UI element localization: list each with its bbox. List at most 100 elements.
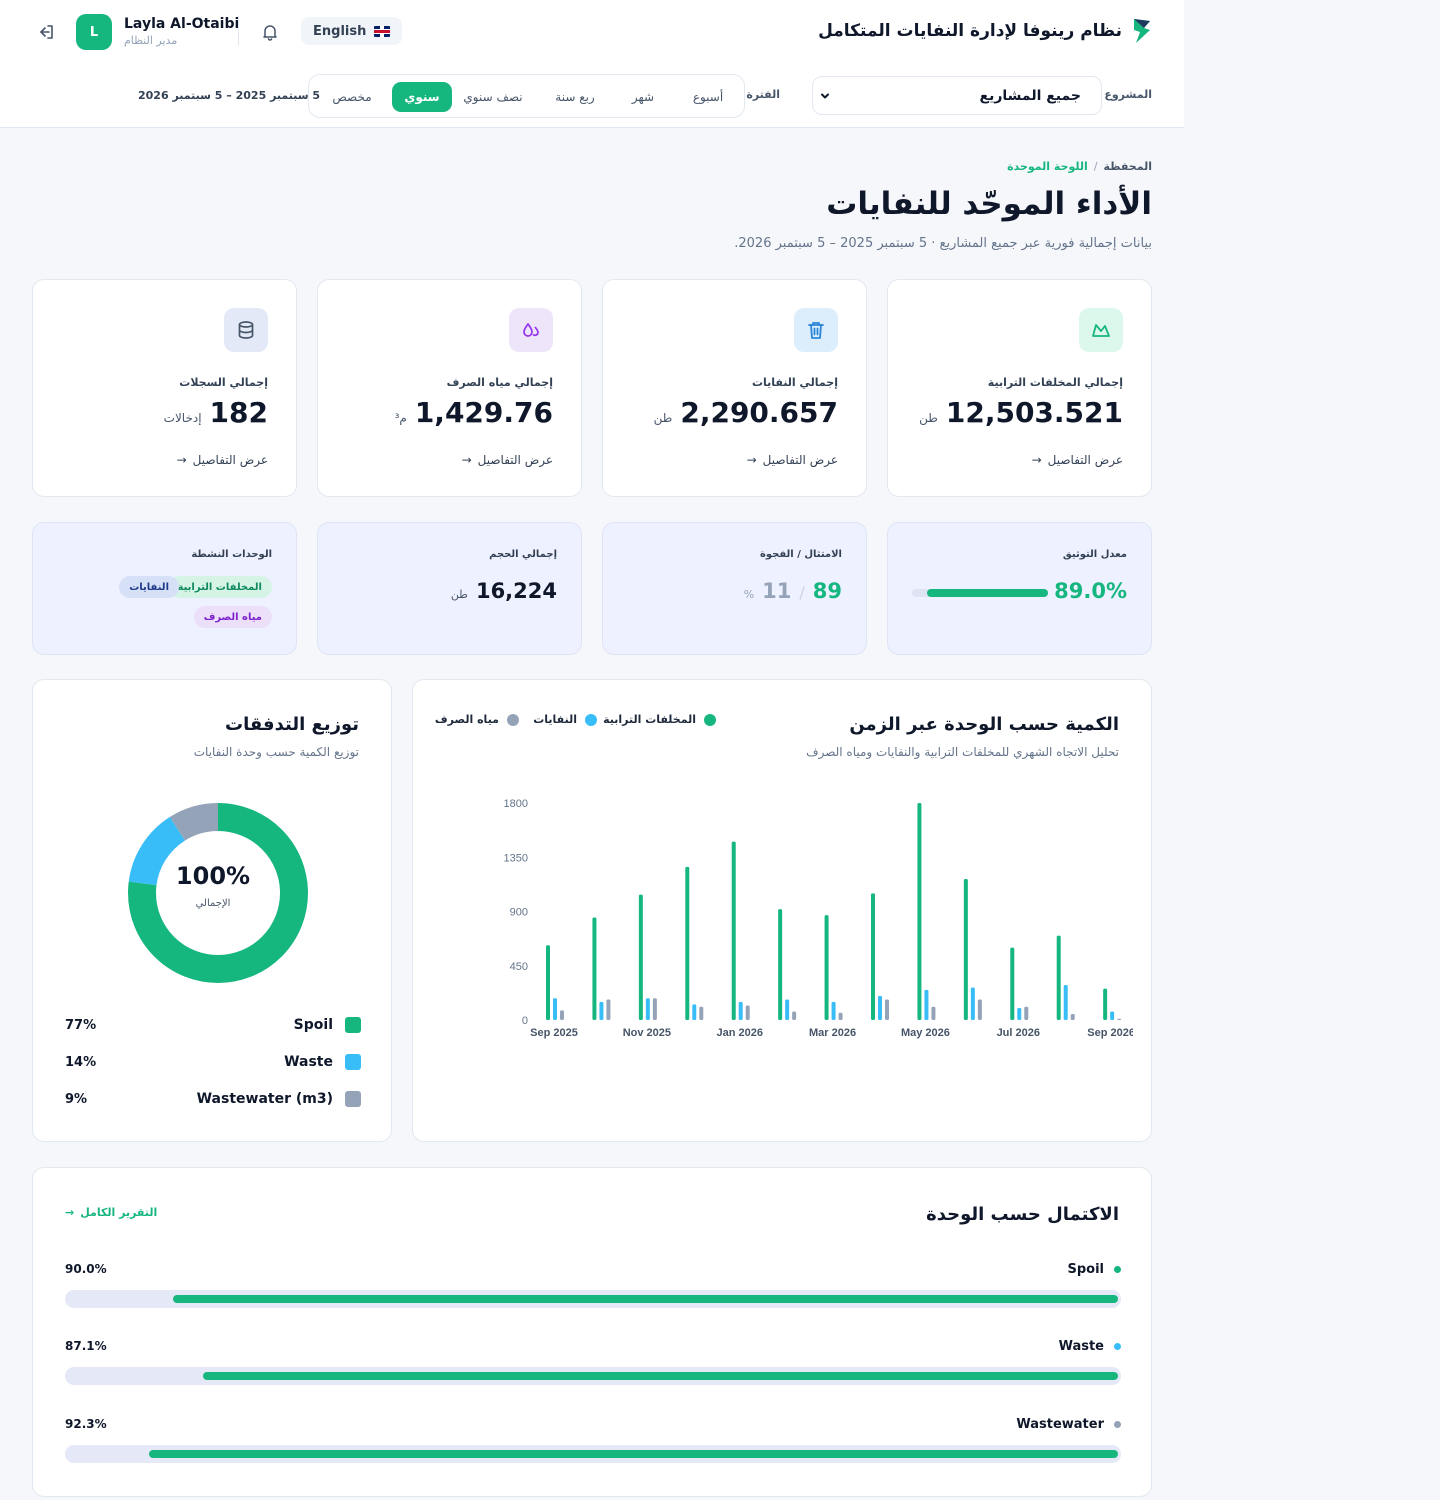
bar-spoil[interactable] — [963, 878, 968, 1020]
bar-wastewater[interactable] — [792, 1011, 797, 1020]
logout-icon[interactable] — [36, 22, 56, 42]
bar-spoil[interactable] — [546, 945, 550, 1020]
bar-waste[interactable] — [785, 999, 790, 1020]
stat-label: إجمالي المخلفات الترابية — [987, 376, 1123, 389]
bar-wastewater[interactable] — [1117, 1018, 1122, 1020]
stat-card-spoil: إجمالي المخلفات الترابية 12,503.521 طن ع… — [887, 279, 1152, 497]
bar-spoil[interactable] — [638, 894, 643, 1020]
bar-waste[interactable] — [599, 1001, 604, 1020]
bar-spoil[interactable] — [917, 803, 922, 1020]
gap-number: 11 — [762, 579, 792, 603]
bar-spoil[interactable] — [1056, 935, 1061, 1020]
stat-icon-box — [794, 308, 838, 352]
bar-wastewater[interactable] — [931, 1006, 936, 1020]
stat-icon-box — [224, 308, 268, 352]
completion-pct: 92.3% — [65, 1417, 107, 1431]
bar-wastewater[interactable] — [560, 1010, 564, 1020]
compliance-number: 89 — [812, 579, 842, 603]
bar-waste[interactable] — [1017, 1007, 1022, 1020]
bar-wastewater[interactable] — [977, 999, 982, 1020]
brand[interactable]: نظام رينوفا لإدارة النفايات المتكامل — [818, 16, 1154, 46]
x-tick-label: Sep 2026 — [1087, 1027, 1133, 1039]
view-details-link[interactable]: عرض التفاصيل → — [747, 453, 838, 467]
y-tick-label: 0 — [522, 1015, 528, 1027]
uk-flag-icon — [374, 25, 391, 37]
stat-value: 182 إدخالات — [164, 396, 268, 429]
view-details-link[interactable]: عرض التفاصيل → — [177, 453, 268, 467]
app-title: نظام رينوفا لإدارة النفايات المتكامل — [818, 21, 1122, 41]
breadcrumb-root[interactable]: المحفظة — [1103, 160, 1152, 173]
bar-spoil[interactable] — [592, 917, 597, 1020]
completion-dot — [1114, 1420, 1121, 1428]
completion-row: 92.3% Wastewater — [65, 1415, 1121, 1463]
unit-pill-waste: النفايات — [119, 576, 179, 598]
bar-wastewater[interactable] — [606, 999, 611, 1020]
x-tick-label: May 2026 — [901, 1027, 950, 1039]
bar-wastewater[interactable] — [1070, 1013, 1075, 1020]
distribution-swatch — [345, 1091, 361, 1107]
bar-wastewater[interactable] — [885, 999, 889, 1020]
period-quarter-button[interactable]: ربع سنة — [540, 82, 610, 112]
bar-wastewater[interactable] — [699, 1006, 704, 1020]
project-label: المشروع — [1104, 88, 1152, 101]
y-tick-label: 1350 — [504, 852, 528, 864]
full-report-link[interactable]: → التقرير الكامل — [65, 1206, 157, 1219]
donut-center-value: 100% — [175, 862, 251, 890]
donut-center-label: الإجمالي — [195, 898, 231, 909]
completion-fill — [149, 1450, 1118, 1458]
bar-waste[interactable] — [924, 989, 929, 1020]
bar-spoil[interactable] — [778, 909, 783, 1020]
bar-waste[interactable] — [692, 1004, 697, 1020]
bar-waste[interactable] — [1063, 985, 1068, 1020]
completion-row: 87.1% Waste — [65, 1337, 1121, 1385]
bar-spoil[interactable] — [871, 893, 875, 1020]
bar-waste[interactable] — [738, 1001, 743, 1020]
period-half-year-button[interactable]: نصف سنوي — [450, 82, 536, 112]
bar-waste[interactable] — [1110, 1011, 1115, 1020]
compliance-label: الامتثال / الفجوة — [759, 549, 842, 560]
period-month-button[interactable]: شهر — [620, 82, 666, 112]
bar-spoil[interactable] — [824, 915, 829, 1020]
completion-by-unit-card: الاكتمال حسب الوحدة → التقرير الكامل 90.… — [32, 1167, 1152, 1497]
view-details-label: عرض التفاصيل — [762, 453, 838, 467]
bar-wastewater[interactable] — [1024, 1006, 1029, 1020]
bar-waste[interactable] — [970, 987, 975, 1020]
view-details-link[interactable]: عرض التفاصيل → — [462, 453, 553, 467]
bar-wastewater[interactable] — [652, 998, 657, 1020]
stat-number: 12,503.521 — [945, 396, 1123, 429]
x-tick-label: Sep 2025 — [530, 1027, 578, 1039]
period-custom-button[interactable]: مخصص — [320, 82, 384, 112]
view-details-label: عرض التفاصيل — [1047, 453, 1123, 467]
bar-waste[interactable] — [645, 998, 650, 1020]
page-title: الأداء الموحّد للنفايات — [826, 186, 1152, 222]
completion-fill — [203, 1372, 1118, 1380]
bar-spoil[interactable] — [731, 841, 736, 1020]
avatar[interactable]: L — [76, 14, 112, 50]
view-details-link[interactable]: عرض التفاصيل → — [1032, 453, 1123, 467]
distribution-name-group: Spoil — [294, 1017, 361, 1033]
bar-waste[interactable] — [878, 995, 882, 1020]
bar-spoil[interactable] — [1103, 988, 1108, 1020]
mountain-icon — [1092, 324, 1110, 337]
bar-wastewater[interactable] — [838, 1012, 843, 1020]
period-year-button[interactable]: سنوي — [392, 82, 452, 112]
x-tick-label: Mar 2026 — [809, 1027, 856, 1039]
stat-icon-box — [509, 308, 553, 352]
arrow-right-icon: → — [1031, 453, 1042, 467]
period-week-button[interactable]: أسبوع — [680, 82, 736, 112]
bar-wastewater[interactable] — [745, 1005, 750, 1020]
bar-waste[interactable] — [553, 998, 557, 1020]
completion-name-group: Spoil — [1067, 1262, 1121, 1277]
language-switcher[interactable]: English — [301, 17, 403, 45]
completion-row: 90.0% Spoil — [65, 1260, 1121, 1308]
active-units-card: الوحدات النشطة المخلفات الترابية النفايا… — [32, 522, 297, 655]
completion-track — [65, 1367, 1121, 1385]
bar-spoil[interactable] — [685, 866, 690, 1020]
bell-icon[interactable] — [260, 22, 280, 42]
distribution-swatch — [345, 1054, 361, 1070]
bar-waste[interactable] — [831, 1001, 836, 1020]
stat-unit: إدخالات — [163, 411, 202, 425]
completion-dot — [1114, 1342, 1121, 1350]
project-select[interactable]: جميع المشاريع — [812, 76, 1102, 115]
bar-spoil[interactable] — [1010, 947, 1015, 1020]
